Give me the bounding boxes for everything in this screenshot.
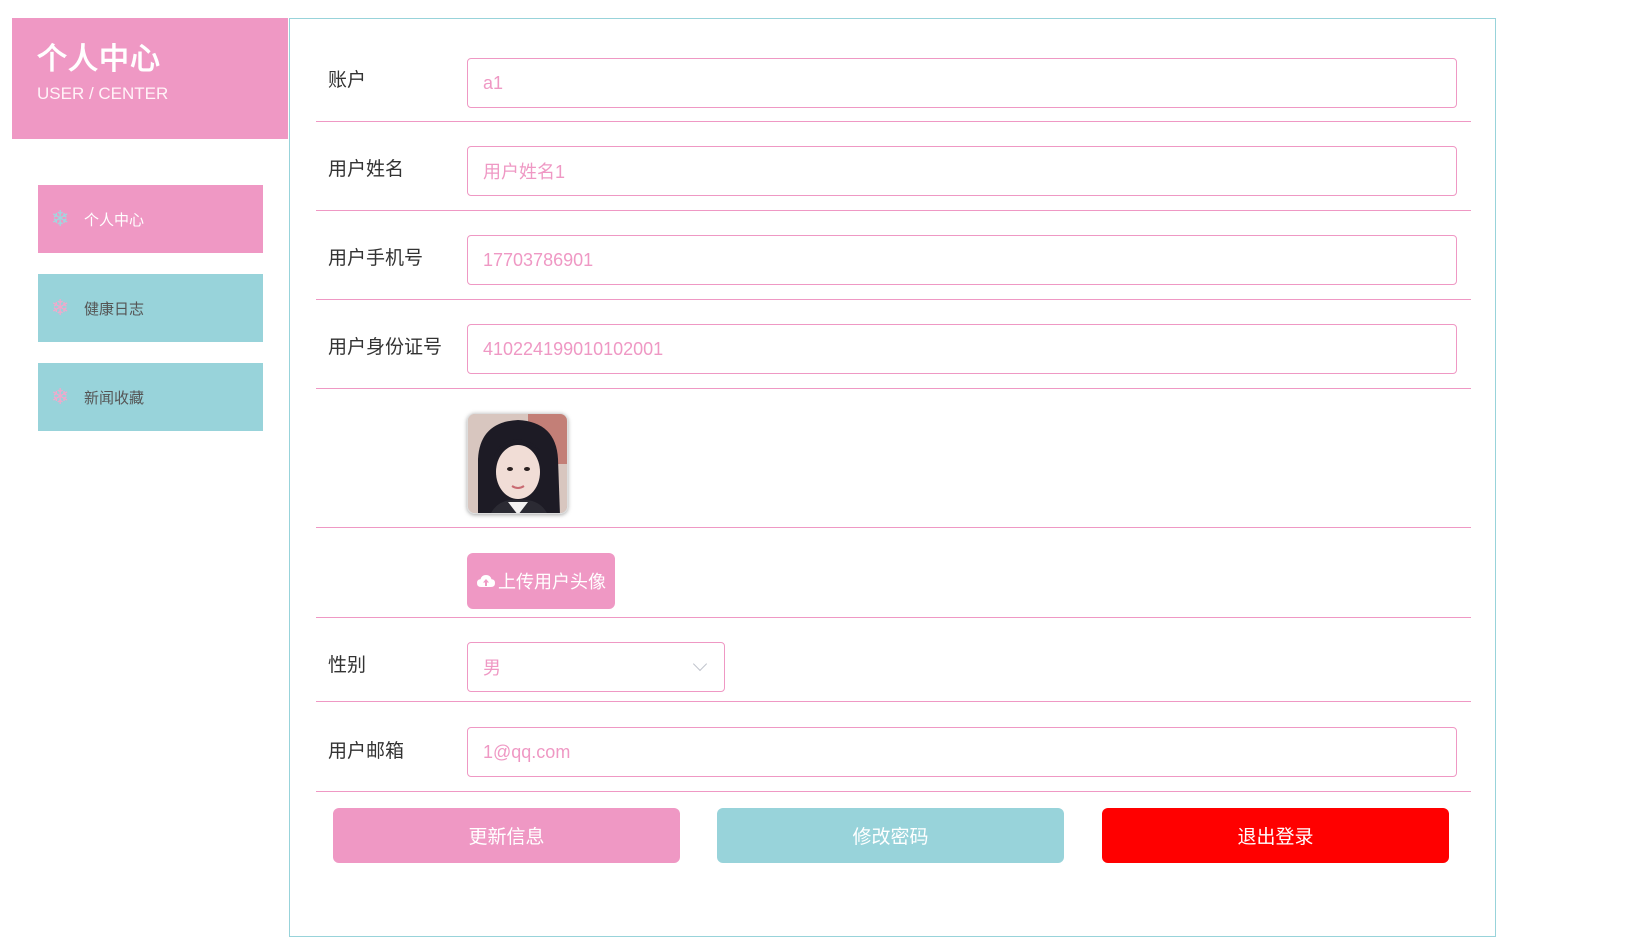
snowflake-icon: ❄ [51,295,70,320]
sidebar-header: 个人中心 USER / CENTER [12,18,288,139]
name-row: 用户姓名 用户姓名1 [316,122,1471,211]
sidebar-title: 个人中心 [37,43,161,76]
idcard-label: 用户身份证号 [328,337,443,358]
gender-select[interactable]: 男 [467,642,725,692]
account-row: 账户 a1 [316,19,1471,122]
upload-avatar-button[interactable]: 上传用户头像 [467,553,615,609]
sidebar-item-label: 健康日志 [84,300,145,318]
name-label: 用户姓名 [328,159,405,180]
email-row: 用户邮箱 1@qq.com [316,702,1471,792]
account-field[interactable]: a1 [467,58,1457,108]
gender-value: 男 [483,658,501,678]
phone-label: 用户手机号 [328,248,424,269]
idcard-field[interactable]: 410224199010102001 [467,324,1457,374]
sidebar-item-health-log[interactable]: ❄ 健康日志 [38,274,263,342]
logout-button[interactable]: 退出登录 [1102,808,1449,863]
email-field[interactable]: 1@qq.com [467,727,1457,777]
avatar [467,413,568,514]
gender-label: 性别 [328,655,367,676]
upload-avatar-label: 上传用户头像 [498,572,606,592]
phone-row: 用户手机号 17703786901 [316,211,1471,300]
snowflake-icon: ❄ [51,206,70,231]
gender-row: 性别 男 [316,618,1471,702]
idcard-row: 用户身份证号 410224199010102001 [316,300,1471,389]
sidebar-item-label: 新闻收藏 [84,389,145,407]
phone-field[interactable]: 17703786901 [467,235,1457,285]
cloud-upload-icon [477,575,495,587]
chevron-down-icon [692,656,708,672]
update-info-button[interactable]: 更新信息 [333,808,680,863]
upload-row: 上传用户头像 [316,528,1471,618]
profile-panel: 账户 a1 用户姓名 用户姓名1 用户手机号 17703786901 用户身份证… [289,18,1496,937]
email-label: 用户邮箱 [328,741,405,762]
avatar-row [316,389,1471,528]
change-password-button[interactable]: 修改密码 [717,808,1064,863]
sidebar-item-personal-center[interactable]: ❄ 个人中心 [38,185,263,253]
sidebar-item-news-favorites[interactable]: ❄ 新闻收藏 [38,363,263,431]
name-field[interactable]: 用户姓名1 [467,146,1457,196]
snowflake-icon: ❄ [51,384,70,409]
account-label: 账户 [328,70,367,91]
sidebar-subtitle: USER / CENTER [37,84,169,103]
sidebar-item-label: 个人中心 [84,211,145,229]
